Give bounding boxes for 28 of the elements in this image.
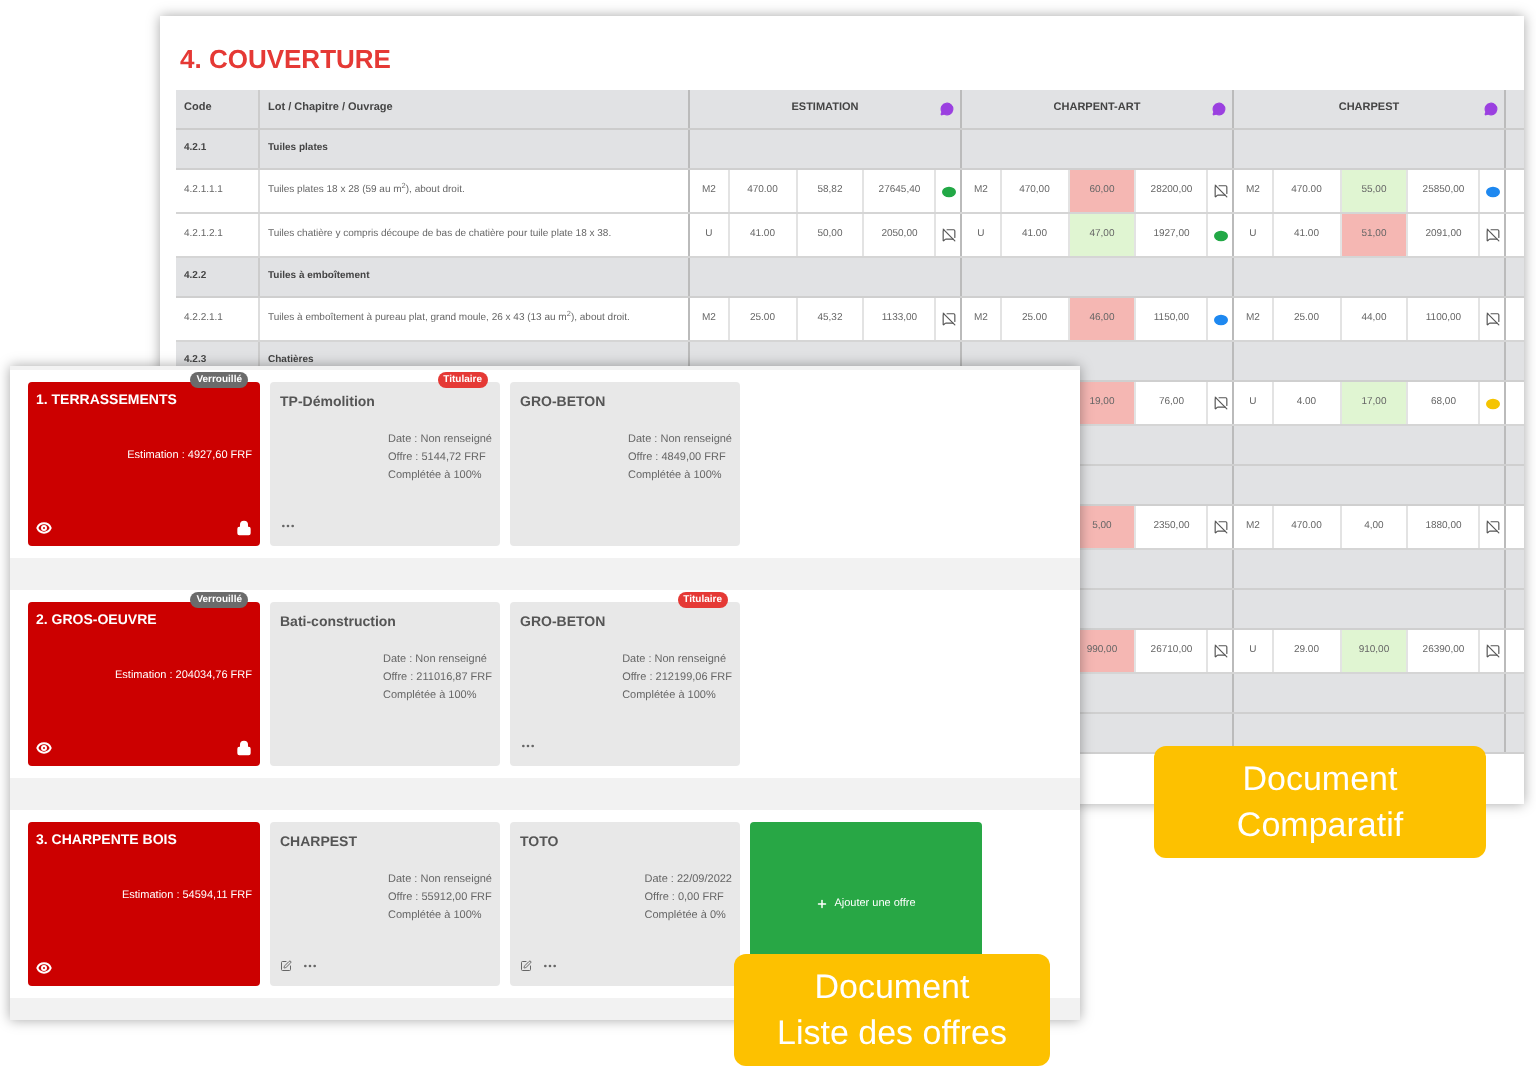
eye-icon[interactable]: [36, 740, 52, 756]
comment-off-icon[interactable]: [1213, 396, 1228, 410]
edit-icon[interactable]: [520, 960, 532, 972]
comment-icon[interactable]: [1213, 229, 1228, 241]
comment-icon[interactable]: [1213, 313, 1228, 325]
comment-off-icon[interactable]: [1213, 184, 1228, 198]
comment-off-icon[interactable]: [1213, 644, 1228, 658]
document-tooltip: Document Comparatif: [1154, 746, 1486, 858]
comment-off-icon[interactable]: [941, 312, 956, 326]
eye-icon[interactable]: [36, 520, 52, 536]
section-title: 4. COUVERTURE: [180, 42, 393, 78]
eye-icon[interactable]: [36, 960, 52, 976]
document-tooltip: Document Liste des offres: [734, 954, 1050, 1066]
edit-icon[interactable]: [280, 960, 292, 972]
comment-icon[interactable]: [1484, 102, 1498, 116]
comment-off-icon[interactable]: [941, 228, 956, 242]
comment-off-icon[interactable]: [1485, 520, 1500, 534]
comment-icon[interactable]: [940, 102, 954, 116]
comment-off-icon[interactable]: [1485, 228, 1500, 242]
comment-icon[interactable]: [1212, 102, 1226, 116]
comment-icon[interactable]: [941, 185, 956, 197]
plus-icon: [816, 898, 829, 910]
lock-icon[interactable]: [236, 520, 252, 536]
comment-icon[interactable]: [1485, 185, 1500, 197]
lock-icon[interactable]: [236, 740, 252, 756]
comment-off-icon[interactable]: [1485, 312, 1500, 326]
comment-off-icon[interactable]: [1485, 644, 1500, 658]
comment-off-icon[interactable]: [1213, 520, 1228, 534]
